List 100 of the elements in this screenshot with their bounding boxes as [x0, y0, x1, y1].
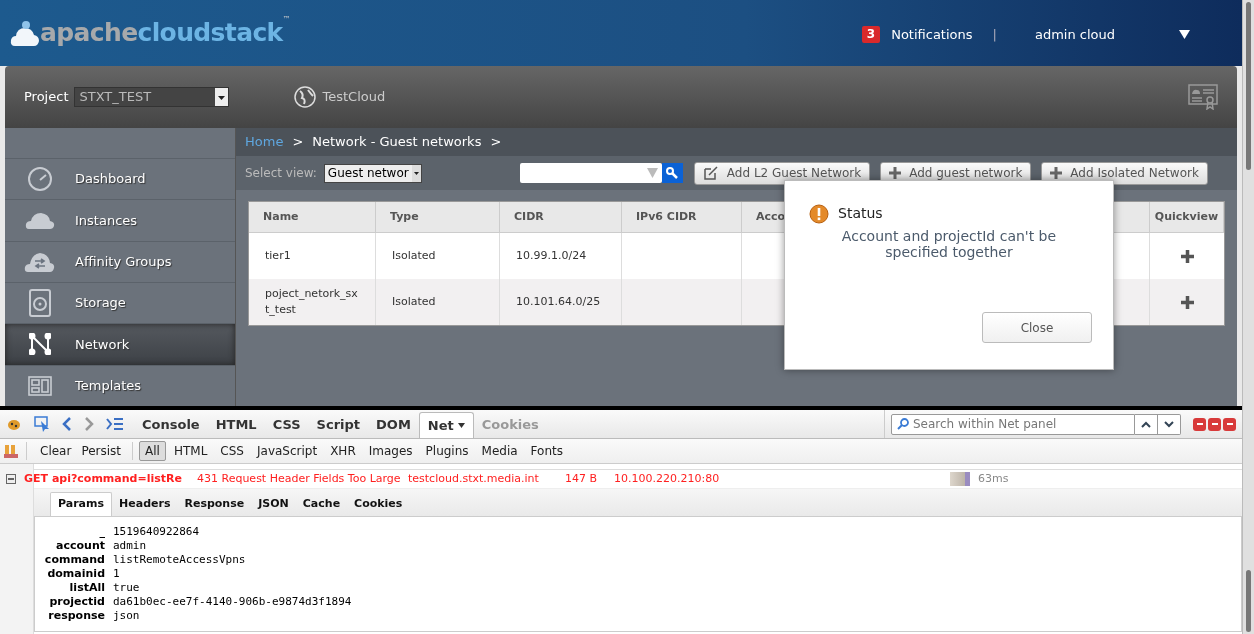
separator-text: |: [992, 26, 997, 44]
dropdown-caret-icon[interactable]: [1179, 30, 1190, 40]
inspect-pointer-icon[interactable]: [34, 416, 50, 432]
param-value: json: [113, 609, 140, 623]
forward-icon[interactable]: [84, 417, 94, 431]
param-name: command: [43, 553, 105, 567]
edit-icon: [702, 165, 719, 181]
previous-match-button[interactable]: [1135, 413, 1158, 435]
next-match-button[interactable]: [1158, 413, 1181, 435]
search-field[interactable]: [519, 163, 662, 183]
filter-button[interactable]: All: [139, 441, 166, 461]
caret-icon: [411, 164, 421, 182]
minimize-button[interactable]: [1193, 417, 1206, 431]
notification-count[interactable]: 3: [861, 26, 881, 44]
globe-icon: [294, 86, 317, 108]
filter-button[interactable]: HTML: [168, 441, 213, 461]
xhr-bars-icon[interactable]: [4, 444, 18, 458]
param-name: _: [98, 525, 105, 539]
bug-icon[interactable]: [6, 417, 22, 431]
param-value: 1: [113, 567, 120, 581]
detail-tab[interactable]: JSON: [251, 492, 296, 516]
cloud-icon: [25, 210, 55, 231]
breadcrumb-separator: >: [490, 133, 502, 152]
add-network-button[interactable]: Add Isolated Network: [1041, 161, 1208, 185]
dialog-message: Account and projectId can't be specified together: [840, 228, 1058, 260]
search-field[interactable]: Search within Net panel: [891, 413, 1135, 435]
breadcrumb-item[interactable]: Network - Guest networks: [312, 132, 482, 152]
search-button[interactable]: [661, 163, 683, 183]
project-select[interactable]: STXT_TEST: [74, 87, 230, 107]
filter-button[interactable]: Plugins: [420, 441, 474, 461]
filter-button[interactable]: Media: [476, 441, 523, 461]
firebug-tab[interactable]: Console: [134, 412, 208, 438]
collapse-icon[interactable]: [6, 474, 16, 484]
detail-tab[interactable]: Headers: [112, 492, 178, 516]
gauge-icon: [27, 166, 53, 193]
column-header[interactable]: Name: [249, 202, 376, 232]
caret-icon: [457, 423, 465, 428]
plus-icon: [1050, 167, 1063, 179]
column-header[interactable]: IPv6 CIDR: [622, 202, 742, 232]
chevron-down-icon: [1164, 420, 1174, 428]
search-icon: [897, 417, 909, 430]
filter-button[interactable]: XHR: [325, 441, 361, 461]
quickview-plus-icon[interactable]: [1180, 249, 1194, 263]
dialog-title: Status: [838, 204, 883, 223]
cloud-arrows-icon: [24, 250, 56, 273]
add-network-button[interactable]: Add L2 Guest Network: [693, 161, 871, 185]
plus-icon: [889, 167, 902, 179]
command-line-icon[interactable]: [106, 418, 124, 430]
param-name: account: [55, 539, 105, 553]
chevron-up-icon: [1141, 420, 1151, 428]
user-name[interactable]: admin cloud: [1034, 25, 1115, 45]
param-value: listRemoteAccessVpns: [113, 553, 246, 567]
sidebar-item[interactable]: Network: [5, 323, 235, 365]
param-value: admin: [113, 539, 147, 553]
panel-action-button[interactable]: Clear: [35, 442, 77, 460]
network-icon: [29, 333, 51, 356]
filter-button[interactable]: Images: [363, 441, 418, 461]
request-time: 63ms: [978, 470, 1009, 487]
firebug-tab[interactable]: CSS: [264, 412, 309, 438]
detail-tab[interactable]: Cache: [295, 492, 348, 516]
detail-tab[interactable]: Params: [50, 492, 113, 516]
request-status: 431 Request Header Fields Too Large: [197, 470, 402, 487]
param-value: true: [113, 581, 140, 595]
column-header[interactable]: Type: [376, 202, 500, 232]
breadcrumb-separator: >: [292, 133, 304, 152]
param-name: projectid: [48, 595, 105, 609]
zone-name: TestCloud: [322, 88, 386, 107]
view-select[interactable]: Guest networ: [323, 163, 422, 183]
logo-text: apache: [40, 17, 138, 49]
param-name: listAll: [68, 581, 105, 595]
detail-tab[interactable]: Response: [177, 492, 252, 516]
template-icon: [28, 375, 52, 396]
certificate-icon[interactable]: [1188, 84, 1218, 110]
panel-action-button[interactable]: Persist: [76, 442, 127, 460]
column-header[interactable]: CIDR: [500, 202, 622, 232]
timeline-bar: [950, 472, 970, 486]
trademark-sign: ™: [282, 14, 291, 24]
filter-button[interactable]: JavaScript: [252, 441, 323, 461]
caret-icon: [646, 168, 658, 178]
back-icon[interactable]: [62, 417, 72, 431]
warning-icon: [809, 203, 829, 224]
firebug-tab[interactable]: DOM: [368, 412, 419, 438]
filter-button[interactable]: CSS: [215, 441, 249, 461]
notifications-link[interactable]: Notifications: [891, 25, 973, 45]
caret-icon: [215, 88, 229, 106]
firebug-tab[interactable]: Net: [418, 412, 474, 438]
logo-text: cloudstack: [137, 18, 283, 49]
request-size: 147 B: [565, 470, 599, 487]
close-button[interactable]: Close: [982, 312, 1092, 343]
filter-button[interactable]: Fonts: [525, 441, 568, 461]
detail-tab[interactable]: Cookies: [347, 492, 410, 516]
search-icon: [666, 167, 679, 179]
column-header[interactable]: Quickview: [1150, 202, 1224, 232]
quickview-plus-icon[interactable]: [1180, 295, 1194, 309]
param-value: 1519640922864: [113, 525, 200, 539]
firebug-tab[interactable]: HTML: [207, 412, 265, 438]
remote-address: 10.100.220.210:80: [614, 470, 721, 487]
firebug-tab[interactable]: Script: [308, 412, 369, 438]
param-value: da61b0ec-ee7f-4140-906b-e9874d3f1894: [113, 595, 352, 609]
request-url[interactable]: GET api?command=listRe: [24, 470, 197, 488]
